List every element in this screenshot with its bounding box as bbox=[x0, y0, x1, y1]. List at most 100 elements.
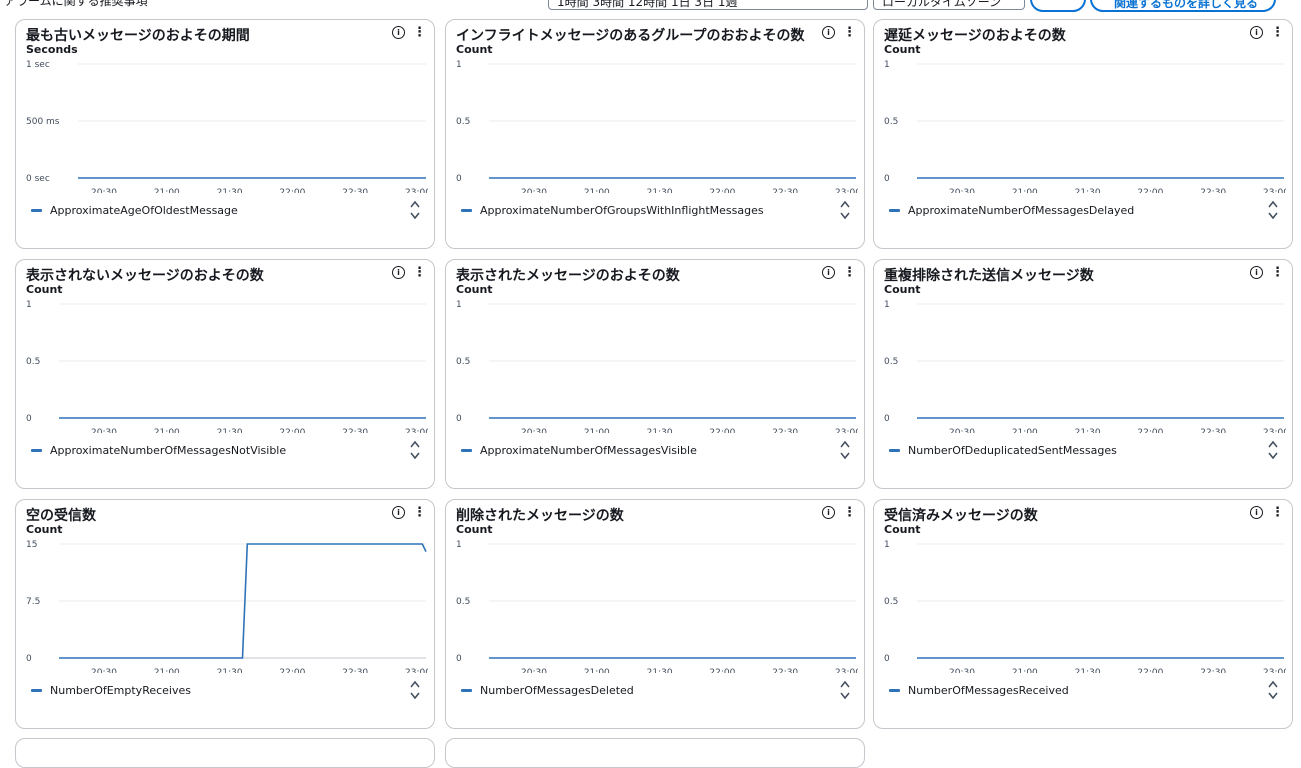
info-icon[interactable]: i bbox=[1250, 266, 1263, 279]
x-tick-label: 21:30 bbox=[647, 428, 673, 433]
legend-sort-icon[interactable] bbox=[410, 440, 420, 460]
info-icon[interactable]: i bbox=[392, 506, 405, 519]
info-icon[interactable]: i bbox=[392, 266, 405, 279]
x-tick-label: 20:30 bbox=[949, 668, 975, 673]
legend-label: ApproximateNumberOfGroupsWithInflightMes… bbox=[480, 204, 764, 217]
widget-card-partial bbox=[15, 738, 435, 768]
view-more-button[interactable]: 関連するものを詳しく見る bbox=[1090, 0, 1276, 12]
timezone-select[interactable]: ローカルタイムゾーン bbox=[873, 0, 1025, 10]
x-tick-label: 23:00 bbox=[1263, 428, 1286, 433]
x-tick-label: 21:00 bbox=[1012, 188, 1038, 193]
legend-item[interactable]: ApproximateNumberOfMessagesNotVisible bbox=[31, 444, 286, 457]
legend-item[interactable]: NumberOfDeduplicatedSentMessages bbox=[889, 444, 1117, 457]
x-tick-label: 21:30 bbox=[217, 188, 243, 193]
x-tick-label: 20:30 bbox=[521, 428, 547, 433]
more-actions-icon[interactable]: ⋮ bbox=[843, 266, 856, 279]
info-icon[interactable]: i bbox=[1250, 26, 1263, 39]
y-tick-label: 0 bbox=[456, 654, 462, 664]
x-tick-label: 22:00 bbox=[1137, 428, 1163, 433]
y-tick-label: 0.5 bbox=[456, 357, 470, 367]
widget-title: 空の受信数 bbox=[26, 508, 96, 524]
legend-swatch bbox=[889, 449, 900, 452]
legend-sort-icon[interactable] bbox=[840, 440, 850, 460]
x-tick-label: 21:30 bbox=[647, 668, 673, 673]
x-tick-label: 23:00 bbox=[405, 188, 428, 193]
info-icon[interactable]: i bbox=[822, 26, 835, 39]
legend-sort-icon[interactable] bbox=[410, 200, 420, 220]
x-tick-label: 23:00 bbox=[835, 668, 858, 673]
more-actions-icon[interactable]: ⋮ bbox=[843, 506, 856, 519]
legend-item[interactable]: ApproximateNumberOfMessagesDelayed bbox=[889, 204, 1134, 217]
info-icon[interactable]: i bbox=[822, 266, 835, 279]
x-tick-label: 23:00 bbox=[1263, 668, 1286, 673]
widget-title: インフライトメッセージのあるグループのおおよその数 bbox=[456, 28, 805, 44]
y-tick-label: 1 bbox=[456, 540, 462, 550]
y-tick-label: 0.5 bbox=[26, 357, 40, 367]
x-tick-label: 20:30 bbox=[949, 428, 975, 433]
legend-item[interactable]: NumberOfEmptyReceives bbox=[31, 684, 191, 697]
legend-sort-icon[interactable] bbox=[840, 680, 850, 700]
more-actions-icon[interactable]: ⋮ bbox=[413, 26, 426, 39]
metric-chart: 0 0.5 1 20:30 21:00 21:30 22:00 22:30 23:00 bbox=[26, 300, 428, 433]
legend-item[interactable]: ApproximateAgeOfOldestMessage bbox=[31, 204, 238, 217]
more-actions-icon[interactable]: ⋮ bbox=[1271, 506, 1284, 519]
x-tick-label: 20:30 bbox=[91, 668, 117, 673]
y-tick-label: 0.5 bbox=[884, 357, 898, 367]
legend-item[interactable]: ApproximateNumberOfMessagesVisible bbox=[461, 444, 697, 457]
x-tick-label: 22:30 bbox=[342, 668, 368, 673]
legend-sort-icon[interactable] bbox=[840, 200, 850, 220]
more-actions-icon[interactable]: ⋮ bbox=[413, 266, 426, 279]
legend-item[interactable]: ApproximateNumberOfGroupsWithInflightMes… bbox=[461, 204, 764, 217]
x-tick-label: 22:00 bbox=[1137, 188, 1163, 193]
info-icon[interactable]: i bbox=[1250, 506, 1263, 519]
legend-label: ApproximateNumberOfMessagesNotVisible bbox=[50, 444, 287, 457]
alarm-recommendations-toggle[interactable]: アラームに関する推奨事項 bbox=[4, 0, 148, 9]
info-icon[interactable]: i bbox=[822, 506, 835, 519]
x-tick-label: 21:30 bbox=[217, 668, 243, 673]
x-tick-label: 22:00 bbox=[709, 188, 735, 193]
legend-label: NumberOfMessagesDeleted bbox=[480, 684, 634, 697]
x-tick-label: 20:30 bbox=[521, 188, 547, 193]
widget-title: 表示されないメッセージのおよその数 bbox=[26, 268, 264, 284]
x-tick-label: 23:00 bbox=[1263, 188, 1286, 193]
widget-title: 受信済みメッセージの数 bbox=[884, 508, 1038, 524]
legend-sort-icon[interactable] bbox=[1268, 440, 1278, 460]
time-range-selector[interactable]: 1時間 3時間 12時間 1日 3日 1週 bbox=[548, 0, 868, 10]
legend-swatch bbox=[461, 689, 472, 692]
refresh-button[interactable] bbox=[1030, 0, 1086, 12]
x-tick-label: 22:30 bbox=[772, 428, 798, 433]
more-actions-icon[interactable]: ⋮ bbox=[413, 506, 426, 519]
legend-item[interactable]: NumberOfMessagesReceived bbox=[889, 684, 1069, 697]
widget-title: 最も古いメッセージのおよその期間 bbox=[26, 28, 250, 44]
legend-sort-icon[interactable] bbox=[410, 680, 420, 700]
x-tick-label: 22:30 bbox=[1200, 428, 1226, 433]
widget-card: 表示されたメッセージのおよその数 Count i ⋮ ApproximateNu… bbox=[445, 259, 865, 489]
y-tick-label: 1 bbox=[26, 300, 32, 310]
x-tick-label: 21:30 bbox=[647, 188, 673, 193]
x-tick-label: 22:00 bbox=[709, 428, 735, 433]
legend-swatch bbox=[889, 689, 900, 692]
metric-chart: 0 0.5 1 20:30 21:00 21:30 22:00 22:30 23:00 bbox=[456, 60, 858, 193]
x-tick-label: 21:00 bbox=[1012, 668, 1038, 673]
y-tick-label: 0 bbox=[884, 174, 890, 184]
x-tick-label: 21:00 bbox=[154, 188, 180, 193]
more-actions-icon[interactable]: ⋮ bbox=[1271, 266, 1284, 279]
x-tick-label: 23:00 bbox=[835, 428, 858, 433]
x-tick-label: 21:30 bbox=[217, 428, 243, 433]
y-tick-label: 0 bbox=[456, 414, 462, 424]
info-icon[interactable]: i bbox=[392, 26, 405, 39]
widget-card: 削除されたメッセージの数 Count i ⋮ NumberOfMessagesD… bbox=[445, 499, 865, 729]
x-tick-label: 23:00 bbox=[405, 428, 428, 433]
y-tick-label: 0 bbox=[884, 414, 890, 424]
legend-sort-icon[interactable] bbox=[1268, 680, 1278, 700]
legend-item[interactable]: NumberOfMessagesDeleted bbox=[461, 684, 634, 697]
metric-chart: 0 0.5 1 20:30 21:00 21:30 22:00 22:30 23:00 bbox=[456, 300, 858, 433]
legend-swatch bbox=[31, 209, 42, 212]
dashboard-toolbar: アラームに関する推奨事項 1時間 3時間 12時間 1日 3日 1週 ローカルタ… bbox=[0, 0, 1301, 12]
legend-label: NumberOfMessagesReceived bbox=[908, 684, 1069, 697]
legend-sort-icon[interactable] bbox=[1268, 200, 1278, 220]
more-actions-icon[interactable]: ⋮ bbox=[843, 26, 856, 39]
x-tick-label: 22:00 bbox=[279, 668, 305, 673]
more-actions-icon[interactable]: ⋮ bbox=[1271, 26, 1284, 39]
x-tick-label: 23:00 bbox=[835, 188, 858, 193]
